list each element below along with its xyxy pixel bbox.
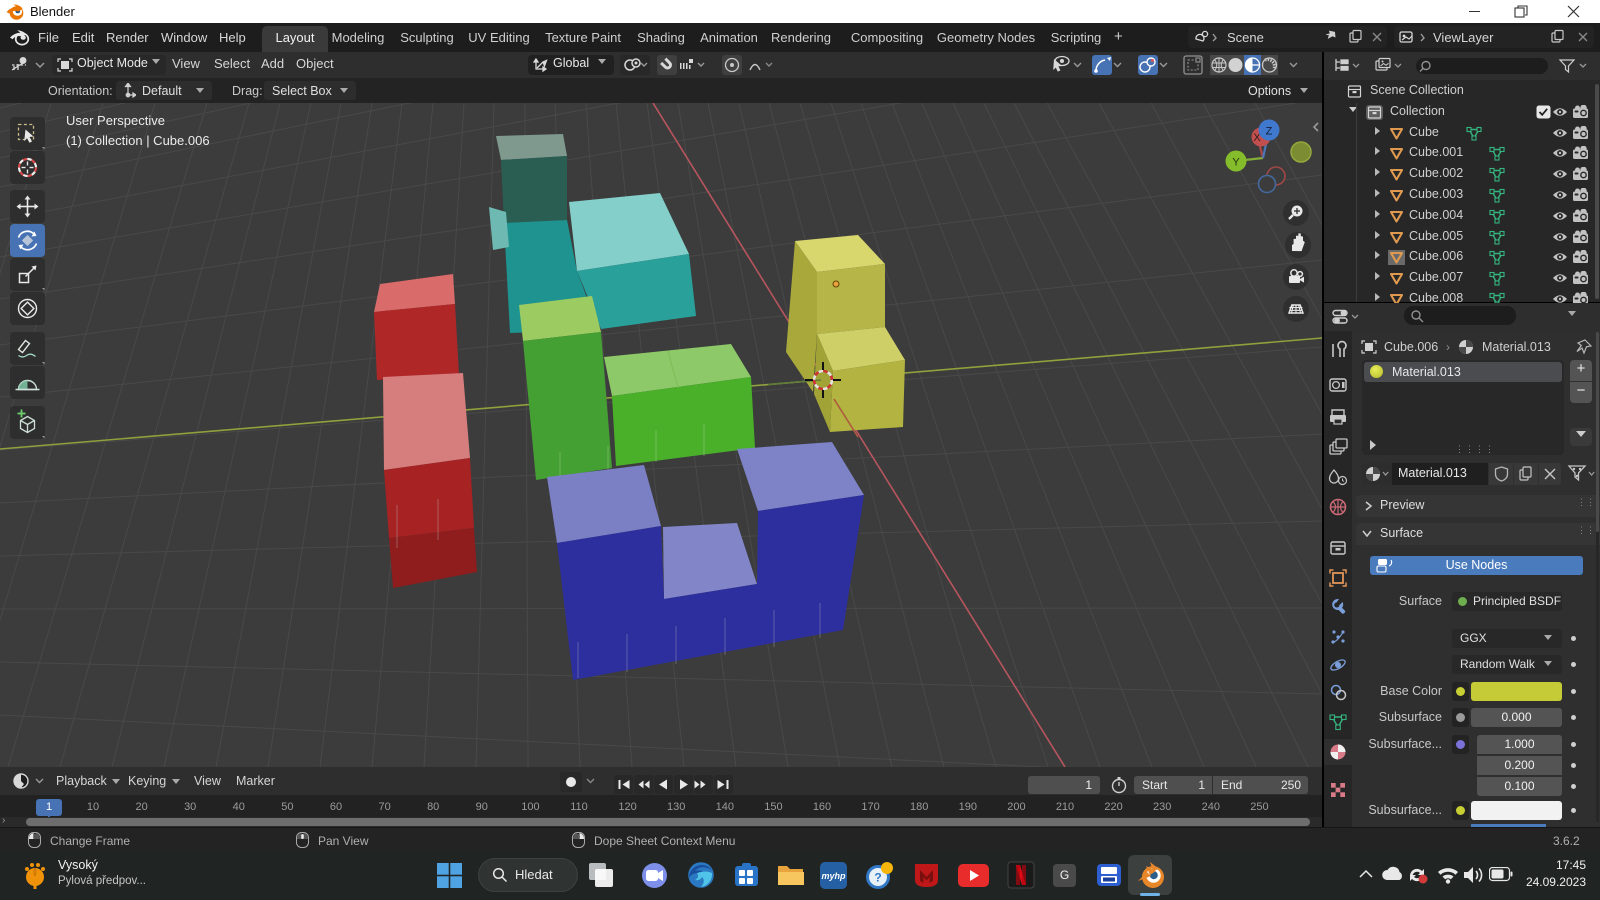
- svg-text:Y: Y: [1232, 157, 1240, 169]
- svg-text:myhp: myhp: [821, 871, 846, 881]
- svg-text:Z: Z: [1266, 126, 1273, 138]
- svg-text:?: ?: [874, 871, 881, 885]
